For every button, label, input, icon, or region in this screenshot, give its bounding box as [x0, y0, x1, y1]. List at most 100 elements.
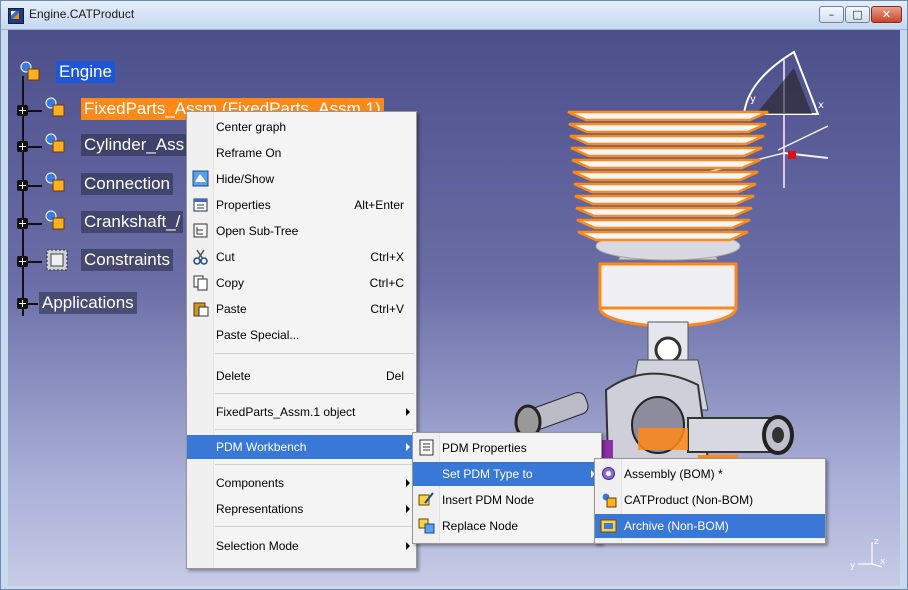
context-menu: Center graph Reframe On Hide/Show Proper…	[186, 111, 417, 569]
submenu-arrow-icon	[406, 505, 410, 513]
menu-item-center-graph[interactable]: Center graph	[187, 115, 416, 139]
menu-item-object[interactable]: FixedParts_Assm.1 object	[187, 400, 416, 424]
menu-separator	[215, 429, 414, 430]
menu-item-cut[interactable]: Cut Ctrl+X	[187, 245, 416, 269]
menu-item-paste[interactable]: Paste Ctrl+V	[187, 297, 416, 321]
tree-item-cylinder[interactable]: Cylinder_Ass	[81, 134, 188, 156]
close-button[interactable]: ✕	[871, 6, 902, 23]
tree-branch	[28, 185, 42, 187]
menu-item-copy[interactable]: Copy Ctrl+C	[187, 271, 416, 295]
menu-item-set-pdm-type[interactable]: Set PDM Type to	[413, 462, 601, 486]
expand-icon[interactable]	[17, 141, 28, 152]
axis-triad: z y x	[850, 537, 886, 570]
close-icon: ✕	[881, 8, 892, 21]
minimize-icon: –	[828, 8, 835, 21]
menu-item-pdm-workbench[interactable]: PDM Workbench	[187, 435, 416, 459]
y-axis-label: y	[850, 561, 856, 570]
fin-stack	[567, 110, 769, 242]
menu-item-properties[interactable]: Properties Alt+Enter	[187, 193, 416, 217]
paste-icon	[193, 302, 209, 317]
tree-branch	[28, 261, 42, 263]
menu-item-reframe-on[interactable]: Reframe On	[187, 141, 416, 165]
menu-separator	[215, 353, 414, 354]
pdm-submenu: PDM Properties Set PDM Type to Insert PD…	[412, 432, 602, 544]
scissors-icon	[193, 249, 208, 265]
tree-root-engine[interactable]: Engine	[56, 61, 115, 83]
constraints-icon[interactable]	[46, 249, 68, 271]
menu-item-delete[interactable]: Delete Del	[187, 364, 416, 388]
maximize-button[interactable]: □	[845, 6, 870, 23]
menu-separator	[215, 393, 414, 394]
tree-item-connection[interactable]: Connection	[81, 173, 174, 195]
cooling-fin	[571, 158, 761, 170]
window-title: Engine.CATProduct	[29, 7, 135, 21]
tree-branch	[28, 223, 42, 225]
minimize-button[interactable]: –	[819, 6, 844, 23]
submenu-arrow-icon	[406, 443, 410, 451]
product-icon[interactable]	[44, 209, 66, 231]
cooling-fin	[576, 218, 751, 230]
product-icon[interactable]	[19, 60, 41, 82]
insert-node-icon	[418, 492, 434, 506]
menu-item-hide-show[interactable]: Hide/Show	[187, 167, 416, 191]
menu-item-catproduct-nonbom[interactable]: CATProduct (Non-BOM)	[595, 488, 825, 512]
menu-item-components[interactable]: Components	[187, 471, 416, 495]
main-window: Engine.CATProduct – □ ✕ Engine FixedPart…	[0, 0, 908, 590]
x-axis-label: x	[880, 557, 886, 567]
cooling-fin	[577, 230, 749, 242]
sub-tree-icon	[193, 223, 208, 238]
expand-icon[interactable]	[17, 180, 28, 191]
menu-item-pdm-properties[interactable]: PDM Properties	[413, 436, 601, 460]
tree-branch	[28, 146, 42, 148]
expand-icon[interactable]	[17, 256, 28, 267]
cooling-fin	[567, 110, 769, 122]
submenu-arrow-icon	[406, 479, 410, 487]
menu-item-selection-mode[interactable]: Selection Mode	[187, 534, 416, 558]
product-icon[interactable]	[44, 96, 66, 118]
copy-icon	[193, 275, 208, 291]
submenu-arrow-icon	[406, 408, 410, 416]
cooling-fin	[572, 170, 759, 182]
archive-icon	[600, 519, 617, 533]
title-bar[interactable]: Engine.CATProduct – □ ✕	[1, 1, 907, 30]
product-icon[interactable]	[44, 132, 66, 154]
maximize-icon: □	[852, 8, 863, 21]
compass-y-label: y	[750, 94, 756, 105]
cooling-fin	[568, 122, 767, 134]
replace-node-icon	[418, 518, 435, 534]
menu-item-representations[interactable]: Representations	[187, 497, 416, 521]
tree-branch	[28, 303, 38, 305]
menu-item-insert-pdm-node[interactable]: Insert PDM Node	[413, 488, 601, 512]
z-axis-label: z	[874, 537, 879, 547]
menu-item-replace-node[interactable]: Replace Node	[413, 514, 601, 538]
cooling-fin	[574, 194, 755, 206]
menu-separator	[215, 464, 414, 465]
tree-item-applications[interactable]: Applications	[39, 292, 137, 314]
catia-app-icon	[8, 8, 24, 24]
cooling-fin	[570, 146, 763, 158]
menu-item-paste-special[interactable]: Paste Special...	[187, 323, 416, 347]
cooling-fin	[575, 206, 753, 218]
cooling-fin	[569, 134, 765, 146]
cylinder-fins	[595, 231, 741, 328]
menu-item-archive-nonbom[interactable]: Archive (Non-BOM)	[595, 514, 825, 538]
pdm-type-submenu: Assembly (BOM) * CATProduct (Non-BOM) Ar…	[594, 458, 826, 544]
hide-show-icon	[192, 170, 209, 187]
expand-icon[interactable]	[17, 298, 28, 309]
product-icon[interactable]	[44, 171, 66, 193]
assembly-icon	[602, 467, 615, 480]
properties-icon	[193, 198, 208, 212]
submenu-arrow-icon	[406, 542, 410, 550]
catproduct-icon	[601, 492, 617, 508]
menu-item-open-sub-tree[interactable]: Open Sub-Tree	[187, 219, 416, 243]
cooling-fin	[573, 182, 757, 194]
tree-item-crankshaft[interactable]: Crankshaft_/	[81, 211, 184, 233]
expand-icon[interactable]	[17, 105, 28, 116]
tree-branch	[28, 110, 42, 112]
menu-item-assembly-bom[interactable]: Assembly (BOM) *	[595, 462, 825, 486]
menu-separator	[215, 526, 414, 527]
pdm-properties-icon	[419, 439, 434, 456]
tree-item-constraints[interactable]: Constraints	[81, 249, 173, 271]
expand-icon[interactable]	[17, 218, 28, 229]
compass-x-label: x	[818, 100, 824, 111]
